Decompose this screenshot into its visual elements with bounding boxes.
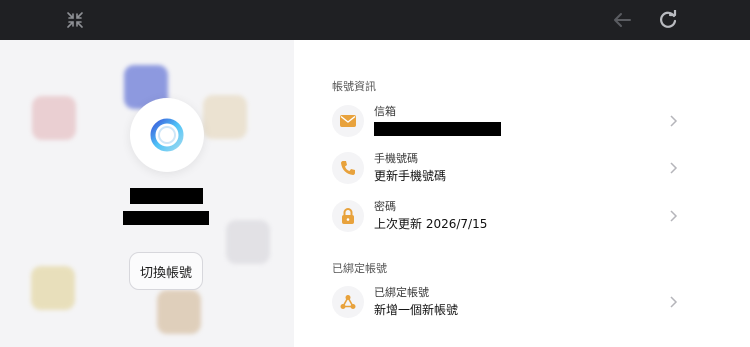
password-label: 密碼 — [374, 200, 396, 213]
chevron-right-icon — [670, 162, 678, 174]
decor-avatar — [157, 290, 201, 334]
redacted-email — [374, 122, 501, 136]
refresh-icon[interactable] — [655, 8, 681, 32]
redacted-account-id — [123, 211, 209, 225]
email-row[interactable]: 信箱 — [332, 101, 678, 143]
mail-icon — [332, 105, 364, 137]
collapse-icon[interactable] — [62, 8, 88, 32]
chevron-right-icon — [670, 296, 678, 308]
bound-accounts-value: 新增一個新帳號 — [374, 303, 459, 317]
top-bar — [0, 0, 750, 40]
lock-icon — [332, 200, 364, 232]
decor-avatar — [226, 220, 270, 264]
share-icon — [332, 286, 364, 318]
account-panel: 切換帳號 — [0, 40, 294, 347]
section-title-bound-accounts: 已綁定帳號 — [332, 262, 387, 275]
phone-label: 手機號碼 — [374, 152, 418, 165]
back-arrow-icon[interactable] — [609, 8, 635, 32]
redacted-username — [130, 188, 203, 204]
chevron-right-icon — [670, 210, 678, 222]
email-label: 信箱 — [374, 105, 396, 118]
app-logo — [130, 98, 204, 172]
app-logo-ring-icon — [150, 118, 184, 152]
password-row[interactable]: 密碼 上次更新 2026/7/15 — [332, 196, 678, 238]
decor-avatar — [32, 96, 76, 140]
switch-account-button[interactable]: 切換帳號 — [129, 252, 203, 290]
phone-icon — [332, 152, 364, 184]
account-info-panel: 帳號資訊 信箱 手機號碼 更新手機號碼 密碼 上次更新 2026/7/15 已綁… — [294, 40, 750, 347]
phone-row[interactable]: 手機號碼 更新手機號碼 — [332, 148, 678, 190]
chevron-right-icon — [670, 115, 678, 127]
section-title-account-info: 帳號資訊 — [332, 80, 376, 93]
phone-value: 更新手機號碼 — [374, 169, 447, 183]
bound-accounts-label: 已綁定帳號 — [374, 286, 429, 299]
bound-accounts-row[interactable]: 已綁定帳號 新增一個新帳號 — [332, 282, 678, 324]
password-value: 上次更新 2026/7/15 — [374, 217, 488, 231]
decor-avatar — [203, 95, 247, 139]
decor-avatar — [31, 266, 75, 310]
